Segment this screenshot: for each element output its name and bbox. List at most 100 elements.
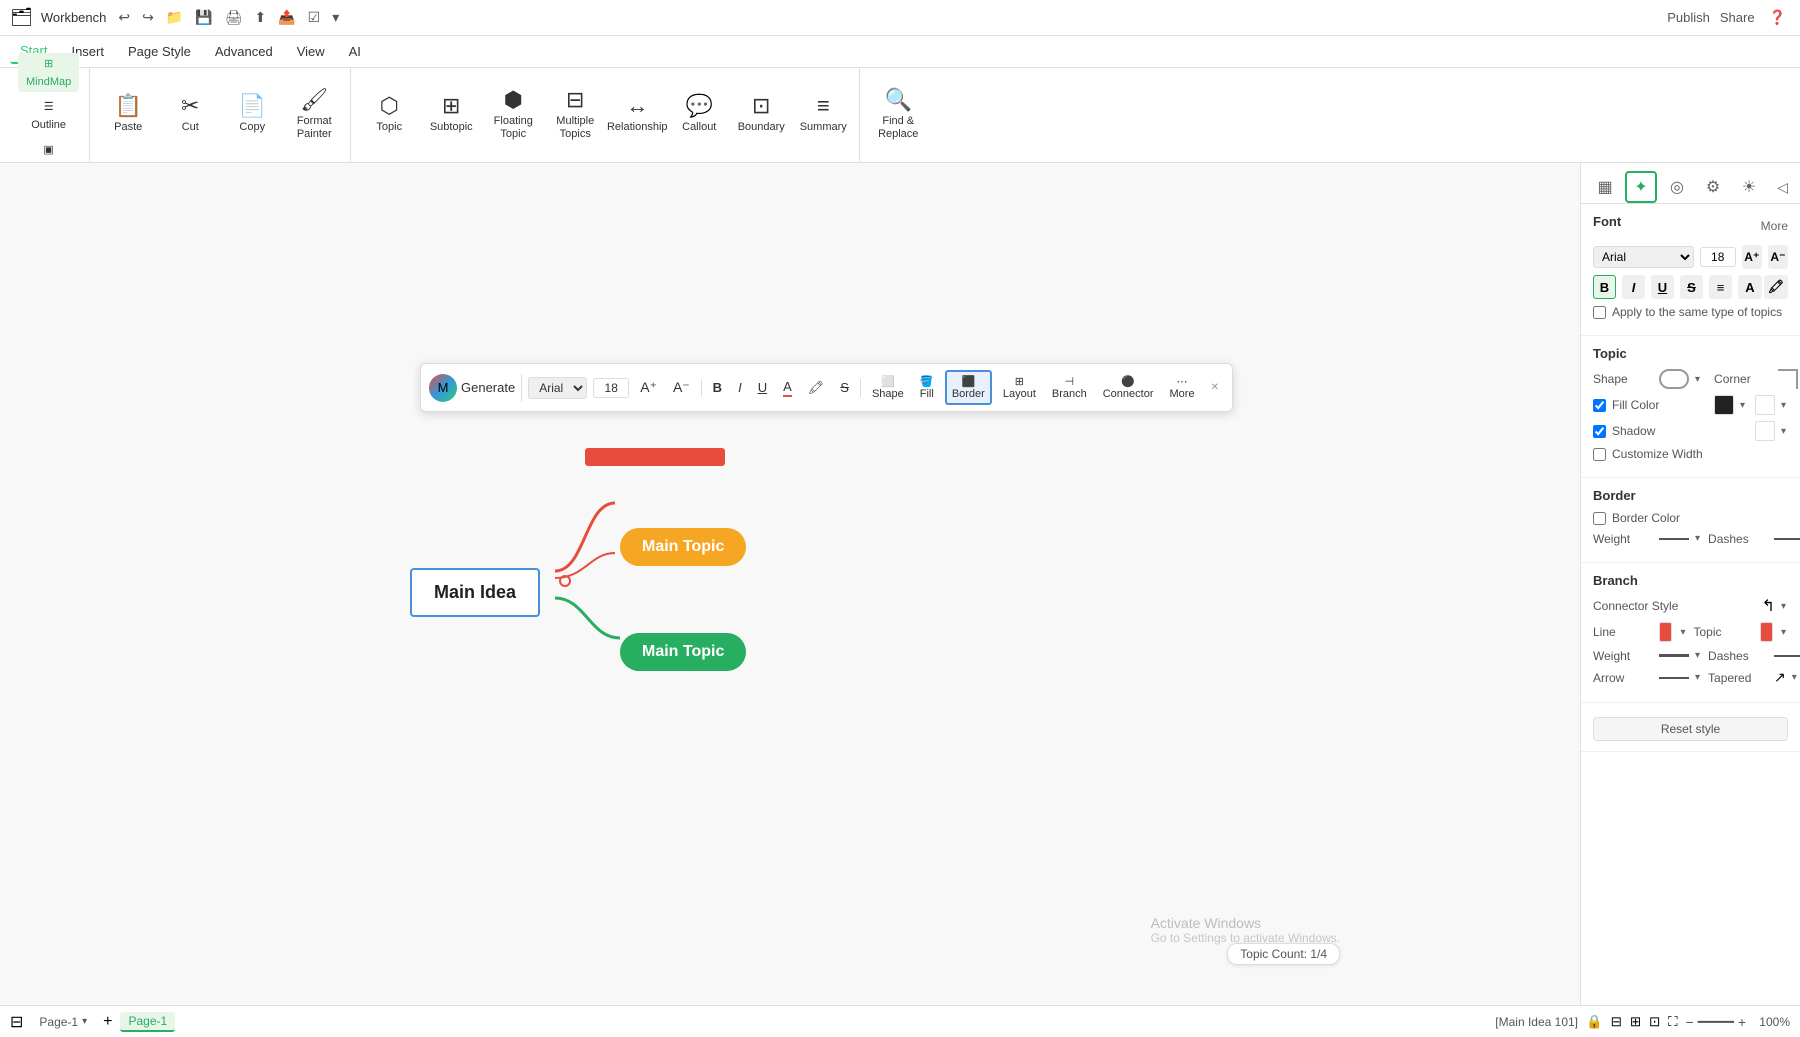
menu-item-page-style[interactable]: Page Style [118, 40, 201, 63]
bold-button-panel[interactable]: B [1593, 275, 1616, 299]
shrink-font-button[interactable]: A⁻ [668, 376, 695, 399]
page-tab-active[interactable]: Page-1 [120, 1012, 175, 1032]
strikethrough-button[interactable]: S [835, 377, 854, 398]
topic-color-dropdown[interactable]: ▾ [1779, 625, 1788, 640]
boundary-button[interactable]: ⊡ Boundary [731, 75, 791, 155]
panel-tab-style[interactable]: ▦ [1589, 171, 1621, 203]
fill-color-swatch[interactable] [1714, 395, 1734, 415]
font-color-button[interactable]: A [778, 376, 797, 400]
paste-button[interactable]: 📋 Paste [98, 75, 158, 155]
menu-item-view[interactable]: View [287, 40, 335, 63]
italic-button-floating[interactable]: I [733, 377, 747, 398]
apply-same-checkbox[interactable] [1593, 306, 1606, 319]
more-button-floating[interactable]: ⋯ More [1165, 372, 1200, 403]
font-more-link[interactable]: More [1761, 219, 1788, 233]
branch-weight-preview[interactable] [1659, 654, 1689, 657]
border-color-checkbox[interactable] [1593, 512, 1606, 525]
fullscreen-button[interactable]: ⛶ [1668, 1014, 1677, 1030]
summary-button[interactable]: ≡ Summary [793, 75, 853, 155]
help-button[interactable]: ❓ [1765, 7, 1790, 28]
font-shrink-button[interactable]: A⁻ [1768, 245, 1788, 269]
shape-preview[interactable] [1659, 369, 1689, 389]
menu-item-advanced[interactable]: Advanced [205, 40, 283, 63]
highlight-button[interactable]: 🖍 [803, 377, 830, 399]
more-button[interactable]: ▾ [328, 7, 343, 28]
menu-item-ai[interactable]: AI [339, 40, 371, 63]
open-button[interactable]: 📁 [162, 7, 187, 28]
topic-button[interactable]: ⬡ Topic [359, 75, 419, 155]
dashes-preview[interactable] [1774, 538, 1800, 540]
font-color-button-panel[interactable]: A [1738, 275, 1762, 299]
font-grow-button[interactable]: A⁺ [1742, 245, 1762, 269]
print-button[interactable]: 🖨 [221, 7, 247, 28]
align-button-panel[interactable]: ≡ [1709, 275, 1732, 299]
arrow-preview[interactable] [1659, 677, 1689, 679]
collapse-panel-button[interactable]: ◁ [1773, 175, 1792, 200]
callout-button[interactable]: 💬 Callout [669, 75, 729, 155]
branch-weight-dropdown[interactable]: ▾ [1693, 648, 1702, 663]
shadow-dropdown[interactable]: ▾ [1779, 424, 1788, 439]
generate-label[interactable]: Generate [461, 380, 515, 395]
tapered-dropdown[interactable]: ▾ [1790, 670, 1799, 685]
export-button[interactable]: ⬆ [251, 7, 271, 28]
lock-button[interactable]: 🔒 [1586, 1014, 1603, 1030]
fill-button[interactable]: 🪣 Fill [915, 372, 939, 403]
connector-button-floating[interactable]: ⚫ Connector [1098, 372, 1159, 403]
cut-button[interactable]: ✂ Cut [160, 75, 220, 155]
branch-dashes-preview[interactable] [1774, 655, 1800, 657]
reset-style-button[interactable]: Reset style [1593, 717, 1788, 741]
task-button[interactable]: ☑ [304, 7, 325, 28]
underline-button-floating[interactable]: U [753, 377, 772, 398]
redo-button[interactable]: ↪ [138, 7, 158, 28]
font-size-select[interactable] [1700, 247, 1736, 267]
grow-font-button[interactable]: A⁺ [635, 376, 662, 399]
highlight-button-panel[interactable]: 🖍 [1764, 275, 1788, 299]
shadow-color-swatch[interactable] [1755, 421, 1775, 441]
shadow-checkbox[interactable] [1593, 425, 1606, 438]
floating-topic-button[interactable]: ⬢ Floating Topic [483, 75, 543, 155]
view-mindmap[interactable]: ⊞ MindMap [18, 53, 79, 92]
view-outline[interactable]: ☰ Outline [18, 96, 79, 135]
undo-button[interactable]: ↩ [114, 7, 134, 28]
canvas-area[interactable]: M Generate Arial A⁺ A⁻ B I U A 🖍 S ⬜ Sha… [0, 163, 1580, 1005]
fill-color-checkbox[interactable] [1593, 399, 1606, 412]
line-color-swatch[interactable] [1659, 622, 1672, 642]
customize-width-checkbox[interactable] [1593, 448, 1606, 461]
connector-style-dropdown[interactable]: ▾ [1779, 599, 1788, 614]
page-tab-inactive[interactable]: Page-1 ▾ [31, 1013, 95, 1031]
bold-button-floating[interactable]: B [708, 377, 727, 398]
save-button[interactable]: 💾 [191, 7, 216, 28]
publish-button[interactable]: Publish [1667, 10, 1710, 25]
underline-button-panel[interactable]: U [1651, 275, 1674, 299]
corner-preview[interactable] [1778, 369, 1798, 389]
shape-button[interactable]: ⬜ Shape [867, 372, 909, 403]
zoom-slider[interactable]: ━━━━━ [1698, 1015, 1734, 1029]
panel-tab-magic[interactable]: ✦ [1625, 171, 1657, 203]
line-color-dropdown[interactable]: ▾ [1678, 625, 1687, 640]
weight-preview[interactable] [1659, 538, 1689, 540]
topic-color-swatch[interactable] [1760, 622, 1773, 642]
format-painter-button[interactable]: 🖌 Format Painter [284, 75, 344, 155]
panel-tab-settings[interactable]: ⚙ [1697, 171, 1729, 203]
font-family-select[interactable]: Arial [1593, 246, 1694, 268]
subtopic-button[interactable]: ⊞ Subtopic [421, 75, 481, 155]
shape-dropdown[interactable]: ▾ [1693, 372, 1702, 387]
zoom-out-button[interactable]: − [1686, 1014, 1694, 1030]
fill-color-dropdown[interactable]: ▾ [1738, 398, 1747, 413]
font-select-floating[interactable]: Arial [528, 377, 587, 399]
share2-button[interactable]: 📤 [274, 7, 299, 28]
weight-dropdown[interactable]: ▾ [1693, 531, 1702, 546]
fill-secondary-dropdown[interactable]: ▾ [1779, 398, 1788, 413]
main-idea-node[interactable]: Main Idea [410, 568, 540, 617]
branch-button[interactable]: ⊣ Branch [1047, 372, 1092, 403]
zoom-in-button[interactable]: + [1738, 1014, 1746, 1030]
fill-secondary-swatch[interactable] [1755, 395, 1775, 415]
relationship-button[interactable]: ↔ Relationship [607, 75, 667, 155]
panel-tab-location[interactable]: ◎ [1661, 171, 1693, 203]
strikethrough-button-panel[interactable]: S [1680, 275, 1703, 299]
view-3-button[interactable]: ⊡ [1649, 1014, 1660, 1030]
border-button-floating[interactable]: ⬛ Border [945, 370, 992, 405]
main-topic-2[interactable]: Main Topic [620, 633, 746, 671]
add-page-button[interactable]: + [103, 1013, 112, 1031]
toggle-panel-button[interactable]: ⊟ [10, 1012, 23, 1032]
